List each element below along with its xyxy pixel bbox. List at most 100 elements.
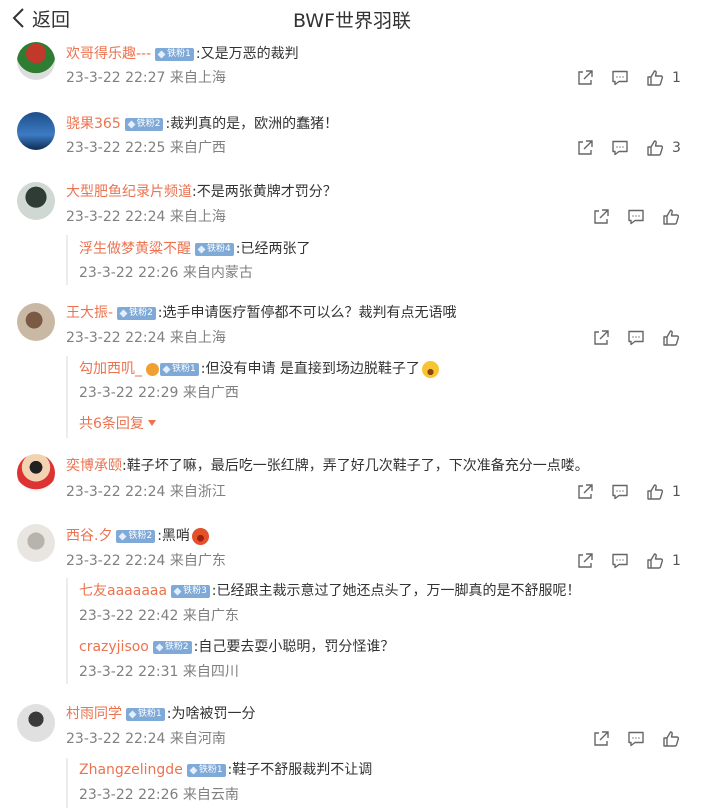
- comment-text: :选手申请医疗暂停都不可以么？裁判有点无语哦: [157, 305, 457, 321]
- comment-icon[interactable]: [627, 729, 645, 749]
- share-icon[interactable]: [576, 482, 594, 502]
- avatar[interactable]: [17, 704, 55, 742]
- comment-text: :鞋子坏了嘛，最后吃一张红牌，弄了好几次鞋子了，下次准备充分一点喽。: [122, 458, 589, 474]
- diamond-icon: [157, 50, 166, 58]
- comment-meta: 23-3-22 22:24 来自广东: [66, 553, 226, 569]
- like-button[interactable]: 1: [646, 482, 681, 502]
- thumbs-up-icon: [646, 552, 664, 570]
- diamond-icon: [173, 587, 182, 595]
- thumbs-up-icon: [662, 208, 680, 226]
- badge-label: 铁粉4: [207, 243, 231, 254]
- share-icon[interactable]: [592, 328, 610, 348]
- username[interactable]: 浮生做梦黄粱不醒: [79, 238, 191, 260]
- fan-badge: 铁粉2: [152, 640, 192, 654]
- reply-text: :已经两张了: [235, 241, 311, 257]
- like-button[interactable]: 1: [646, 68, 681, 88]
- username[interactable]: 村雨同学: [66, 703, 122, 725]
- comment-icon[interactable]: [611, 138, 629, 158]
- comment-text: :又是万恶的裁判: [195, 46, 299, 62]
- fan-badge: 铁粉1: [155, 47, 194, 61]
- fan-badge: 铁粉1: [160, 362, 199, 376]
- reply-thread: Zhangzelingde 铁粉1 :鞋子不舒服裁判不让调 23-3-22 22…: [66, 758, 678, 808]
- like-button[interactable]: 3: [646, 138, 681, 158]
- like-button[interactable]: 1: [646, 551, 681, 571]
- share-icon[interactable]: [576, 551, 594, 571]
- reply-text: :鞋子不舒服裁判不让调: [227, 762, 373, 778]
- badge-label: 铁粉1: [172, 363, 196, 374]
- comment-text: :不是两张黄牌才罚分？: [192, 184, 337, 200]
- like-button[interactable]: [662, 729, 680, 749]
- username[interactable]: 西谷.夕: [66, 525, 112, 547]
- username[interactable]: 王大振-: [66, 302, 113, 324]
- share-icon[interactable]: [576, 68, 594, 88]
- diamond-icon: [118, 532, 127, 540]
- username[interactable]: 骁果365: [66, 113, 121, 135]
- top-bar: 返回 BWF世界羽联: [0, 0, 704, 38]
- thumbs-up-icon: [646, 483, 664, 501]
- badge-label: 铁粉1: [167, 48, 191, 59]
- reply-meta: 23-3-22 22:31 来自四川: [79, 664, 239, 680]
- diamond-icon: [155, 643, 164, 651]
- diamond-icon: [197, 245, 206, 253]
- comment-icon[interactable]: [627, 328, 645, 348]
- reply-text: :自己要去耍小聪明，罚分怪谁？: [193, 639, 395, 655]
- fan-badge: 铁粉4: [195, 242, 234, 256]
- thumbs-up-icon: [662, 730, 680, 748]
- comment-icon[interactable]: [627, 207, 645, 227]
- username[interactable]: 大型肥鱼纪录片频道: [66, 181, 192, 203]
- fan-badge: 铁粉2: [117, 306, 156, 320]
- reply-meta: 23-3-22 22:42 来自广东: [79, 608, 239, 624]
- comment-icon[interactable]: [611, 68, 629, 88]
- reply-text: :但没有申请 是直接到场边脱鞋子了: [200, 361, 420, 377]
- share-icon[interactable]: [576, 138, 594, 158]
- badge-label: 铁粉2: [129, 307, 153, 318]
- share-icon[interactable]: [592, 207, 610, 227]
- badge-label: 铁粉2: [164, 641, 189, 652]
- avatar[interactable]: [17, 42, 55, 80]
- fan-badge: 铁粉2: [124, 117, 164, 131]
- reply-thread: 勾加西叽_ 铁粉1 :但没有申请 是直接到场边脱鞋子了 23-3-22 22:2…: [66, 356, 678, 438]
- username[interactable]: 欢哥得乐趣---: [66, 43, 151, 65]
- like-count: 1: [672, 484, 681, 500]
- like-count: 3: [672, 140, 681, 156]
- username[interactable]: 七友aaaaaaa: [79, 580, 167, 602]
- share-icon[interactable]: [592, 729, 610, 749]
- avatar[interactable]: [17, 303, 55, 341]
- username[interactable]: crazyjisoo: [79, 636, 149, 658]
- comment-icon[interactable]: [611, 482, 629, 502]
- avatar[interactable]: [17, 454, 55, 492]
- like-count: 1: [672, 70, 681, 86]
- comment-meta: 23-3-22 22:24 来自浙江: [66, 484, 226, 500]
- comment-text: :为啥被罚一分: [166, 706, 256, 722]
- badge-label: 铁粉3: [183, 585, 207, 596]
- diamond-icon: [127, 120, 136, 128]
- comment-icon[interactable]: [611, 551, 629, 571]
- avatar[interactable]: [17, 182, 55, 220]
- thumbs-up-icon: [662, 329, 680, 347]
- username[interactable]: 勾加西叽_: [79, 358, 142, 380]
- comment-item: 西谷.夕 铁粉2 :黑哨 23-3-22 22:24 来自广东 1 七友aaaa…: [0, 522, 704, 692]
- reply-text: :已经跟主裁示意过了她还点头了，万一脚真的是不舒服呢！: [211, 583, 581, 599]
- more-replies-link[interactable]: 共6条回复: [79, 413, 156, 433]
- avatar[interactable]: [17, 524, 55, 562]
- reply-meta: 23-3-22 22:29 来自广西: [79, 385, 239, 401]
- user-emblem-icon: [146, 362, 159, 376]
- like-count: 1: [672, 553, 681, 569]
- reply-thread: 浮生做梦黄粱不醒 铁粉4 :已经两张了 23-3-22 22:26 来自内蒙古: [66, 235, 678, 285]
- reply-thread: 七友aaaaaaa 铁粉3 :已经跟主裁示意过了她还点头了，万一脚真的是不舒服呢…: [66, 578, 678, 684]
- like-button[interactable]: [662, 207, 680, 227]
- comment-text: :黑哨: [157, 528, 190, 544]
- page-title: BWF世界羽联: [292, 10, 412, 32]
- like-button[interactable]: [662, 328, 680, 348]
- badge-label: 铁粉1: [198, 764, 223, 775]
- diamond-icon: [128, 710, 137, 718]
- comment-text: :裁判真的是，欧洲的蠢猪！: [165, 116, 339, 132]
- username[interactable]: 奕博承颐: [66, 455, 122, 477]
- badge-label: 铁粉2: [136, 118, 161, 129]
- laughing-emoji: [421, 360, 439, 378]
- username[interactable]: Zhangzelingde: [79, 759, 183, 781]
- angry-emoji: [191, 527, 209, 545]
- comment-meta: 23-3-22 22:24 来自河南: [66, 731, 226, 747]
- avatar[interactable]: [17, 112, 55, 150]
- comment-item: 村雨同学 铁粉1 :为啥被罚一分 23-3-22 22:24 来自河南 Zhan…: [0, 702, 704, 808]
